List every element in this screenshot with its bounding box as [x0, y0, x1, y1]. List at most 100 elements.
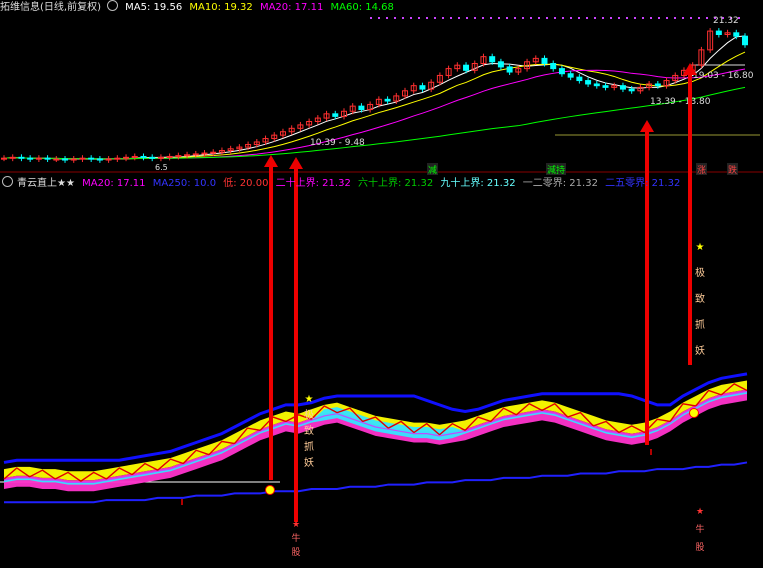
- candle-body: [593, 83, 600, 87]
- bottom-signal-text: ★: [696, 507, 704, 517]
- signal-circle: [265, 485, 275, 495]
- bottom-signal-text: ★: [292, 520, 300, 530]
- bottom-signal-text: 牛: [291, 532, 300, 544]
- candle-body: [70, 158, 77, 161]
- candle-body: [654, 83, 661, 87]
- top-dot: [490, 17, 492, 19]
- top-dot: [570, 17, 572, 19]
- top-dot: [482, 17, 484, 19]
- candle-body: [497, 61, 504, 68]
- top-dot: [658, 17, 660, 19]
- top-dot: [442, 17, 444, 19]
- price-panel: 21.32 19.03 - 16.80 13.39 - 13.80 10.39 - 9…: [1, 16, 754, 176]
- top-dot: [530, 17, 532, 19]
- ind-ma250-label: MA250: 10.0: [152, 178, 217, 189]
- signal-text: 抓: [695, 318, 705, 331]
- candle-body: [1, 157, 7, 160]
- top-dot: [498, 17, 500, 19]
- top-dot: [538, 17, 540, 19]
- top-dot: [610, 17, 612, 19]
- candle-body: [96, 158, 103, 161]
- candle-body: [384, 98, 391, 102]
- candle-body: [184, 154, 191, 157]
- event-tag: 減持: [547, 164, 565, 176]
- top-dot: [546, 17, 548, 19]
- event-tag: 减: [428, 164, 437, 176]
- top-dot: [410, 17, 412, 19]
- top-dot: [666, 17, 668, 19]
- ind-250-label: 二五零界: 21.32: [605, 178, 681, 189]
- ma60-label: MA60: 14.68: [330, 2, 394, 13]
- candle-body: [149, 156, 156, 159]
- top-dot: [474, 17, 476, 19]
- signal-text: 极: [695, 266, 705, 279]
- indicator-panel: [0, 372, 748, 504]
- candle-body: [157, 156, 164, 159]
- candle-body: [35, 157, 42, 160]
- stock-name[interactable]: 拓维信息(日线,前复权): [0, 2, 101, 13]
- candle-body: [9, 156, 16, 159]
- top-dot: [402, 17, 404, 19]
- signal-arrow-head: [289, 157, 303, 169]
- top-dot: [562, 17, 564, 19]
- bottom-signal-text: 股: [695, 542, 704, 553]
- ind-60up-label: 六十上界: 21.32: [358, 178, 434, 189]
- candle-body: [619, 85, 626, 90]
- candle-body: [79, 157, 86, 160]
- signal-text: 妖: [304, 456, 314, 469]
- top-dot: [594, 17, 596, 19]
- signal-text: 抓: [304, 440, 314, 453]
- candle-body: [123, 156, 130, 159]
- indicator-name[interactable]: 青云直上★★: [17, 178, 75, 189]
- ind-120-label: 一二零界: 21.32: [522, 178, 598, 189]
- ma20-label: MA20: 17.11: [259, 2, 324, 13]
- event-tag: 涨: [697, 165, 706, 176]
- signal-arrow-head: [264, 155, 278, 167]
- candle-body: [114, 157, 121, 160]
- settings-icon[interactable]: [2, 176, 13, 187]
- top-dot: [450, 17, 452, 19]
- signal-arrows: [181, 63, 697, 522]
- top-dot: [434, 17, 436, 19]
- top-dot: [418, 17, 420, 19]
- signal-text: 致: [695, 292, 705, 305]
- top-dot: [626, 17, 628, 19]
- ma5-line: [3, 35, 746, 160]
- candle-body: [558, 68, 565, 75]
- price-header: 拓维信息(日线,前复权) MA5: 19.56 MA10: 19.32 MA20…: [0, 0, 398, 16]
- candle-body: [62, 158, 69, 161]
- bottom-signal-text: 牛: [695, 523, 704, 535]
- top-dot: [618, 17, 620, 19]
- top-dot: [370, 17, 372, 19]
- candle-body: [210, 151, 217, 154]
- top-dot: [578, 17, 580, 19]
- ma10-line: [3, 51, 746, 160]
- candle-body: [201, 152, 208, 155]
- candle-body: [358, 105, 365, 111]
- candle-body: [567, 73, 574, 78]
- top-dot: [394, 17, 396, 19]
- candle-body: [489, 56, 496, 63]
- ind-ma20-label: MA20: 17.11: [82, 178, 146, 189]
- ma60-line: [3, 86, 746, 160]
- signal-text: 致: [304, 424, 314, 437]
- top-dot: [506, 17, 508, 19]
- candle-body: [715, 30, 722, 36]
- candle-body: [27, 157, 34, 160]
- candle-body: [44, 157, 51, 160]
- ma10-label: MA10: 19.32: [189, 2, 253, 13]
- candle-body: [53, 158, 60, 161]
- signal-circle: [689, 408, 699, 418]
- low-price-label: 6.5: [155, 163, 168, 172]
- candle-body: [576, 76, 583, 82]
- candle-body: [602, 85, 609, 88]
- top-dot: [698, 17, 700, 19]
- ind-20up-label: 二十上界: 21.32: [275, 178, 351, 189]
- high-price-label: 21.32: [713, 16, 739, 26]
- settings-icon[interactable]: [106, 0, 118, 11]
- signal-text: ★: [696, 242, 705, 253]
- candle-body: [175, 155, 182, 158]
- signal-text: 妖: [695, 344, 705, 357]
- indicator-header: 青云直上★★ MA20: 17.11 MA250: 10.0 低: 20.00 …: [0, 176, 684, 192]
- candle-body: [541, 57, 548, 65]
